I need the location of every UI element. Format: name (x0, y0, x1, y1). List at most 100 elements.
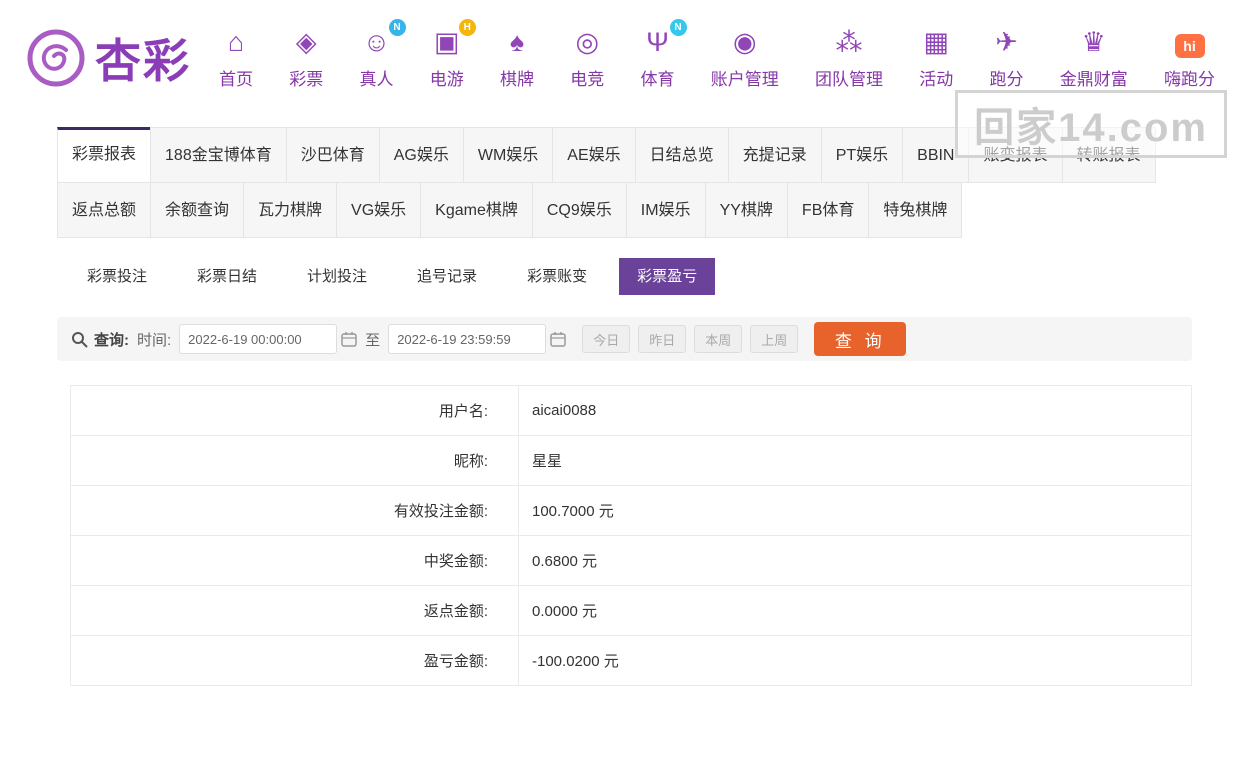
paofen-icon: ✈ (995, 27, 1018, 57)
query-bar: 查询: 时间: 至 今日昨日本周上周 查 询 (57, 317, 1192, 361)
report-row-label: 用户名: (71, 386, 519, 435)
nav-item-label: 金鼎财富 (1059, 70, 1128, 89)
report-row: 用户名: aicai0088 (71, 386, 1191, 436)
nav-item-label: 电竞 (570, 70, 605, 89)
tab-FB体育[interactable]: FB体育 (786, 182, 870, 238)
tab-沙巴体育[interactable]: 沙巴体育 (285, 127, 380, 183)
nav-item-嗨跑分[interactable]: hi 嗨跑分 (1164, 26, 1215, 90)
report-table: 用户名: aicai0088 昵称: 星星 有效投注金额: 100.7000 元中奖金额:… (70, 385, 1192, 686)
hi-chip-icon: hi (1174, 34, 1205, 58)
quick-date-button-今日[interactable]: 今日 (582, 325, 631, 353)
nav-item-团队管理[interactable]: ⁂ 团队管理 (815, 26, 883, 90)
tab-AE娱乐[interactable]: AE娱乐 (552, 127, 636, 183)
time-label: 时间: (137, 331, 172, 349)
report-row-label: 有效投注金额: (71, 486, 519, 535)
activity-gift-icon: ▦ (923, 27, 949, 57)
report-row-value: -100.0200 元 (532, 653, 619, 670)
hi-paofen-icon: hi (1174, 26, 1206, 58)
nav-item-首页[interactable]: ⌂ 首页 (219, 26, 253, 90)
nav-item-label: 体育 (640, 70, 675, 89)
brand-emblem-icon (27, 29, 85, 87)
tab-充提记录[interactable]: 充提记录 (727, 127, 822, 183)
subtab-彩票投注[interactable]: 彩票投注 (69, 258, 165, 295)
tab-彩票报表[interactable]: 彩票报表 (57, 127, 152, 183)
live-casino-icon: ☺ N (361, 19, 406, 58)
slots-icon: ▣ H (431, 19, 476, 58)
nav-item-label: 活动 (919, 70, 954, 89)
nav-item-电竞[interactable]: ◎ 电竞 (570, 26, 604, 90)
wealth-icon: ♛ (1081, 27, 1106, 57)
report-row-value: 0.6800 元 (532, 553, 598, 570)
report-row: 中奖金额: 0.6800 元 (71, 536, 1191, 586)
end-time-input[interactable] (388, 324, 547, 354)
tab-VG娱乐[interactable]: VG娱乐 (336, 182, 422, 238)
report-row-value: 星星 (532, 453, 563, 470)
query-submit-button[interactable]: 查 询 (814, 322, 907, 356)
lottery-icon: ◈ (295, 27, 317, 57)
tab-日结总览[interactable]: 日结总览 (634, 127, 729, 183)
tab-IM娱乐[interactable]: IM娱乐 (625, 182, 706, 238)
watermark: 回家14.com (955, 90, 1227, 158)
quick-date-button-本周[interactable]: 本周 (694, 325, 743, 353)
tab-AG娱乐[interactable]: AG娱乐 (378, 127, 464, 183)
quick-date-button-昨日[interactable]: 昨日 (638, 325, 687, 353)
nav-item-label: 电游 (429, 70, 464, 89)
nav-item-跑分[interactable]: ✈ 跑分 (990, 26, 1024, 90)
nav-item-活动[interactable]: ▦ 活动 (919, 26, 953, 90)
tab-特兔棋牌[interactable]: 特兔棋牌 (868, 182, 963, 238)
report-tabs-row2: 返点总额 余额查询 瓦力棋牌 VG娱乐 Kgame棋牌 CQ9娱乐 IM娱乐 YY棋牌 FB体育… (57, 182, 1192, 238)
report-row-value: 100.7000 元 (532, 503, 614, 520)
sports-icon: ΨN (642, 19, 687, 58)
nav-item-真人[interactable]: ☺ N 真人 (359, 19, 406, 90)
report-row-label: 中奖金额: (71, 536, 519, 585)
search-icon (72, 331, 88, 348)
nav-item-金鼎财富[interactable]: ♛ 金鼎财富 (1060, 26, 1128, 90)
nav-item-棋牌[interactable]: ♠ 棋牌 (500, 26, 534, 90)
page: 杏彩 ⌂ 首页 ◈ 彩票 ☺ N 真人 ▣ H 电游 ♠ 棋牌 ◎ 电竞 Ψ N 体育 ◉ 账户管理 ⁂ 团队管理 ▦ 活动… (0, 0, 1249, 686)
nav-item-体育[interactable]: Ψ N 体育 (640, 19, 687, 90)
report-row: 有效投注金额: 100.7000 元 (71, 486, 1191, 536)
subtab-彩票日结[interactable]: 彩票日结 (179, 258, 275, 295)
subtab-追号记录[interactable]: 追号记录 (399, 258, 495, 295)
badge-N: N (669, 19, 687, 36)
tab-瓦力棋牌[interactable]: 瓦力棋牌 (243, 182, 338, 238)
subtab-彩票账变[interactable]: 彩票账变 (509, 258, 605, 295)
report-row-label: 返点金额: (71, 586, 519, 635)
main-nav: ⌂ 首页 ◈ 彩票 ☺ N 真人 ▣ H 电游 ♠ 棋牌 ◎ 电竞 Ψ N 体育 ◉ 账户管理 ⁂ 团队管理 ▦ 活动 ✈ 跑分… (219, 19, 1219, 90)
report-row: 返点金额: 0.0000 元 (71, 586, 1191, 636)
brand-logo[interactable]: 杏彩 (25, 25, 191, 91)
report-row-label: 盈亏金额: (71, 636, 519, 685)
report-row: 盈亏金额: -100.0200 元 (71, 636, 1191, 686)
tab-返点总额[interactable]: 返点总额 (57, 182, 152, 238)
nav-item-label: 跑分 (989, 70, 1024, 89)
badge-H: H (458, 19, 476, 36)
start-time-input[interactable] (179, 324, 338, 354)
nav-item-label: 账户管理 (710, 70, 779, 89)
nav-item-label: 真人 (359, 70, 394, 89)
subtab-彩票盈亏[interactable]: 彩票盈亏 (619, 258, 716, 295)
report-row-label: 昵称: (71, 436, 519, 485)
tab-CQ9娱乐[interactable]: CQ9娱乐 (531, 182, 627, 238)
nav-item-label: 团队管理 (815, 70, 883, 89)
tab-余额查询[interactable]: 余额查询 (150, 182, 245, 238)
end-calendar-icon[interactable] (550, 331, 566, 347)
tab-PT娱乐[interactable]: PT娱乐 (820, 127, 904, 183)
home-icon: ⌂ (227, 27, 245, 57)
tab-YY棋牌[interactable]: YY棋牌 (704, 182, 788, 238)
account-manage-icon: ◉ (732, 27, 757, 57)
tab-WM娱乐[interactable]: WM娱乐 (462, 127, 554, 183)
report-row: 昵称: 星星 (71, 436, 1191, 486)
tab-188金宝博体育[interactable]: 188金宝博体育 (150, 127, 287, 183)
lottery-subtabs: 彩票投注 彩票日结 计划投注 追号记录 彩票账变 彩票盈亏 (69, 258, 1249, 295)
quick-date-button-上周[interactable]: 上周 (750, 325, 799, 353)
nav-item-账户管理[interactable]: ◉ 账户管理 (711, 26, 779, 90)
start-calendar-icon[interactable] (341, 331, 357, 347)
tab-Kgame棋牌[interactable]: Kgame棋牌 (420, 182, 533, 238)
nav-item-label: 嗨跑分 (1164, 70, 1215, 89)
nav-item-彩票[interactable]: ◈ 彩票 (289, 26, 323, 90)
nav-item-电游[interactable]: ▣ H 电游 (429, 19, 476, 90)
to-label: 至 (365, 331, 381, 349)
board-games-icon: ♠ (509, 27, 525, 57)
subtab-计划投注[interactable]: 计划投注 (289, 258, 385, 295)
brand-name: 杏彩 (95, 35, 191, 87)
